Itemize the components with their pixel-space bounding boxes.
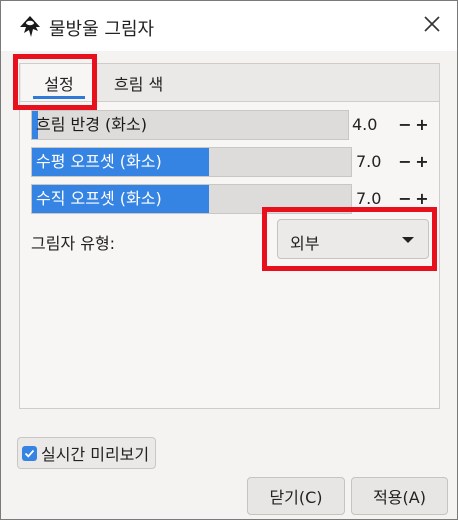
vertical-offset-row: 수직 오프셋 (화소) 7.0 − + xyxy=(31,184,441,214)
close-icon xyxy=(424,16,440,36)
blur-radius-increment-button[interactable]: + xyxy=(414,110,430,140)
close-window-button[interactable] xyxy=(407,1,457,51)
inkscape-logo-icon xyxy=(18,15,42,39)
active-tab-indicator xyxy=(33,96,85,99)
horizontal-offset-slider[interactable]: 수평 오프셋 (화소) xyxy=(31,147,352,177)
tab-blur-color-label: 흐림 색 xyxy=(114,75,164,94)
shadow-type-dropdown[interactable]: 외부 xyxy=(277,219,429,259)
tab-settings[interactable]: 설정 xyxy=(21,64,97,102)
tab-blur-color[interactable]: 흐림 색 xyxy=(108,64,169,102)
horizontal-offset-decrement-button[interactable]: − xyxy=(397,147,413,177)
apply-button[interactable]: 적용(A) xyxy=(351,477,448,515)
live-preview-label: 실시간 미리보기 xyxy=(41,445,150,464)
tab-bar: 설정 흐림 색 xyxy=(19,63,440,102)
blur-radius-decrement-button[interactable]: − xyxy=(397,110,413,140)
shadow-type-label: 그림자 유형: xyxy=(31,234,116,253)
shadow-type-selected: 외부 xyxy=(290,234,320,253)
vertical-offset-increment-button[interactable]: + xyxy=(414,184,430,214)
tab-settings-label: 설정 xyxy=(44,75,74,94)
horizontal-offset-row: 수평 오프셋 (화소) 7.0 − + xyxy=(31,147,441,177)
chevron-down-icon xyxy=(402,237,414,243)
horizontal-offset-increment-button[interactable]: + xyxy=(414,147,430,177)
blur-radius-value: 4.0 xyxy=(352,115,378,134)
live-preview-checkbox[interactable]: 실시간 미리보기 xyxy=(17,437,157,469)
blur-radius-slider[interactable]: 흐림 반경 (화소) xyxy=(31,110,349,140)
blur-radius-label: 흐림 반경 (화소) xyxy=(36,115,147,134)
close-button[interactable]: 닫기(C) xyxy=(247,477,345,515)
vertical-offset-slider[interactable]: 수직 오프셋 (화소) xyxy=(31,184,352,214)
title-bar: 물방울 그림자 xyxy=(1,1,457,51)
dialog-title: 물방울 그림자 xyxy=(49,19,155,40)
blur-radius-row: 흐림 반경 (화소) 4.0 − + xyxy=(31,110,441,140)
horizontal-offset-label: 수평 오프셋 (화소) xyxy=(36,152,162,171)
vertical-offset-label: 수직 오프셋 (화소) xyxy=(36,189,162,208)
horizontal-offset-value: 7.0 xyxy=(356,152,382,171)
checkbox-checked-icon xyxy=(22,445,37,461)
drop-shadow-dialog: 물방울 그림자 설정 흐림 색 흐림 반경 (화소) 4.0 − + 수평 오프… xyxy=(0,0,458,520)
vertical-offset-decrement-button[interactable]: − xyxy=(397,184,413,214)
vertical-offset-value: 7.0 xyxy=(356,189,382,208)
